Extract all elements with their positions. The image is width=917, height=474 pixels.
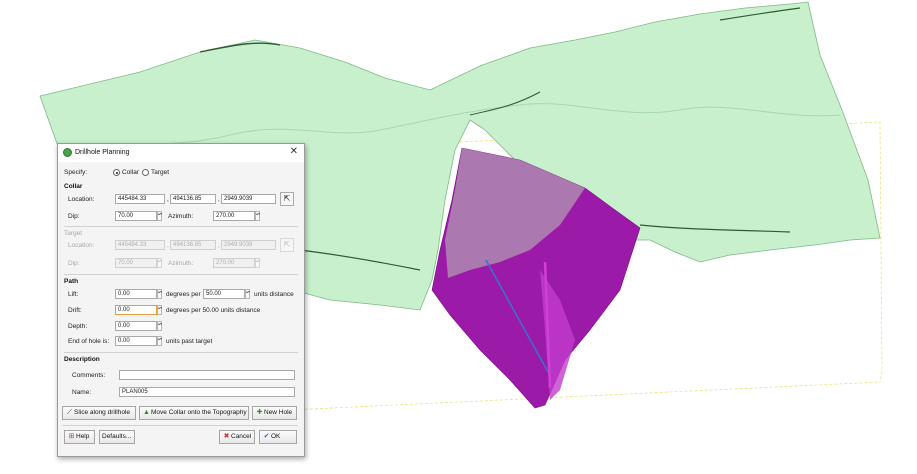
collar-y-input[interactable]: 494136.85	[170, 194, 216, 204]
collar-azimuth-label: Azimuth:	[168, 213, 194, 220]
specify-label: Specify:	[64, 169, 88, 176]
description-header: Description	[64, 356, 100, 363]
new-hole-icon: ✚	[256, 409, 263, 416]
help-icon: ⊞	[68, 433, 75, 440]
target-azimuth-label: Azimuth:	[168, 260, 194, 267]
cancel-button[interactable]: ✖ Cancel	[219, 430, 255, 444]
target-x-input: 445484.33	[115, 240, 165, 250]
dialog-title: Drillhole Planning	[75, 149, 130, 156]
target-dip-spinner: ▴▾	[157, 258, 162, 268]
collar-azimuth-spinner[interactable]: ▴▾	[255, 211, 260, 221]
end-of-hole-unit-text: units past target	[166, 338, 213, 345]
name-label: Name:	[72, 389, 92, 396]
lift-input[interactable]: 0.00	[115, 289, 157, 299]
collar-yz-separator: ,	[218, 196, 220, 203]
lift-per-text: degrees per	[166, 291, 201, 298]
specify-target-radio[interactable]	[142, 169, 149, 176]
cursor-arrow-icon: ⇱	[283, 240, 291, 249]
collar-pick-location-button[interactable]: ⇱	[280, 192, 294, 206]
drillhole-planning-dialog: Drillhole Planning ✕ Specify: Collar Tar…	[57, 143, 305, 457]
lift-distance-input[interactable]: 50.00	[203, 289, 245, 299]
collar-header: Collar	[64, 183, 83, 190]
collar-x-input[interactable]: 445484.33	[115, 194, 165, 204]
drift-input[interactable]: 0.00	[115, 305, 157, 315]
collar-z-input[interactable]: 2949.9039	[221, 194, 276, 204]
move-collar-icon: ▲	[143, 409, 150, 416]
end-of-hole-input[interactable]: 0.00	[115, 336, 157, 346]
cancel-label: Cancel	[231, 433, 252, 440]
lift-spinner[interactable]: ▴▾	[157, 289, 162, 299]
app-icon	[63, 148, 72, 157]
target-dip-input: 70.00	[115, 258, 157, 268]
drift-unit-text: degrees per 50.00 units distance	[166, 307, 261, 314]
drift-spinner[interactable]: ▴▾	[157, 305, 162, 315]
defaults-button[interactable]: Defaults...	[99, 430, 135, 444]
name-input[interactable]: PLAN005	[119, 387, 295, 397]
slice-along-drillhole-label: Slice along drillhole	[74, 409, 131, 416]
ok-button[interactable]: ✔ OK	[259, 430, 297, 444]
collar-dip-input[interactable]: 70.00	[115, 211, 157, 221]
close-icon[interactable]: ✕	[290, 146, 298, 157]
target-pick-location-button: ⇱	[280, 238, 294, 252]
comments-label: Comments:	[72, 372, 106, 379]
slice-along-drillhole-button[interactable]: ⟋ Slice along drillhole	[62, 406, 136, 420]
ok-icon: ✔	[263, 433, 270, 440]
target-azimuth-input: 270.00	[213, 258, 255, 268]
ok-label: OK	[271, 433, 281, 440]
slice-icon: ⟋	[67, 409, 72, 416]
new-hole-label: New Hole	[264, 409, 293, 416]
depth-label: Depth:	[68, 323, 88, 330]
end-of-hole-spinner[interactable]: ▴▾	[157, 336, 162, 346]
path-header: Path	[64, 278, 79, 285]
target-dip-label: Dip:	[68, 260, 80, 267]
footer-divider	[62, 425, 298, 426]
target-group-divider	[64, 226, 298, 227]
move-collar-label: Move Collar onto the Topography	[151, 409, 247, 416]
collar-azimuth-input[interactable]: 270.00	[213, 211, 255, 221]
specify-collar-radio[interactable]	[113, 169, 120, 176]
move-collar-onto-topography-button[interactable]: ▲Move Collar onto the Topography	[139, 406, 249, 420]
collar-dip-label: Dip:	[68, 213, 80, 220]
end-of-hole-label: End of hole is:	[68, 338, 110, 345]
specify-collar-label[interactable]: Collar	[122, 169, 139, 176]
lift-unit-text: units distance	[254, 291, 294, 298]
target-yz-separator: ,	[218, 242, 220, 249]
help-button[interactable]: ⊞ Help	[64, 430, 95, 444]
specify-target-label[interactable]: Target	[151, 169, 169, 176]
target-z-input: 2949.9039	[221, 240, 276, 250]
defaults-label: Defaults...	[102, 433, 132, 440]
dialog-titlebar[interactable]: Drillhole Planning ✕	[58, 144, 304, 162]
target-azimuth-spinner: ▴▾	[255, 258, 260, 268]
lift-distance-spinner[interactable]: ▴▾	[245, 289, 250, 299]
help-label: Help	[76, 433, 90, 440]
new-hole-button[interactable]: ✚ New Hole	[252, 406, 297, 420]
collar-location-label: Location:	[68, 196, 95, 203]
target-xy-separator: ,	[167, 242, 169, 249]
collar-dip-spinner[interactable]: ▴▾	[157, 211, 162, 221]
cursor-arrow-icon: ⇱	[283, 194, 291, 203]
target-location-label: Location:	[68, 242, 95, 249]
target-header: Target	[64, 230, 83, 237]
path-group-divider	[64, 274, 298, 275]
depth-spinner[interactable]: ▴▾	[157, 321, 162, 331]
drift-label: Drift:	[68, 307, 82, 314]
collar-xy-separator: ,	[167, 196, 169, 203]
cancel-icon: ✖	[223, 433, 230, 440]
lift-label: Lift:	[68, 291, 79, 298]
comments-input[interactable]	[119, 370, 295, 380]
target-y-input: 494136.85	[170, 240, 216, 250]
depth-input[interactable]: 0.00	[115, 321, 157, 331]
description-group-divider	[64, 352, 298, 353]
